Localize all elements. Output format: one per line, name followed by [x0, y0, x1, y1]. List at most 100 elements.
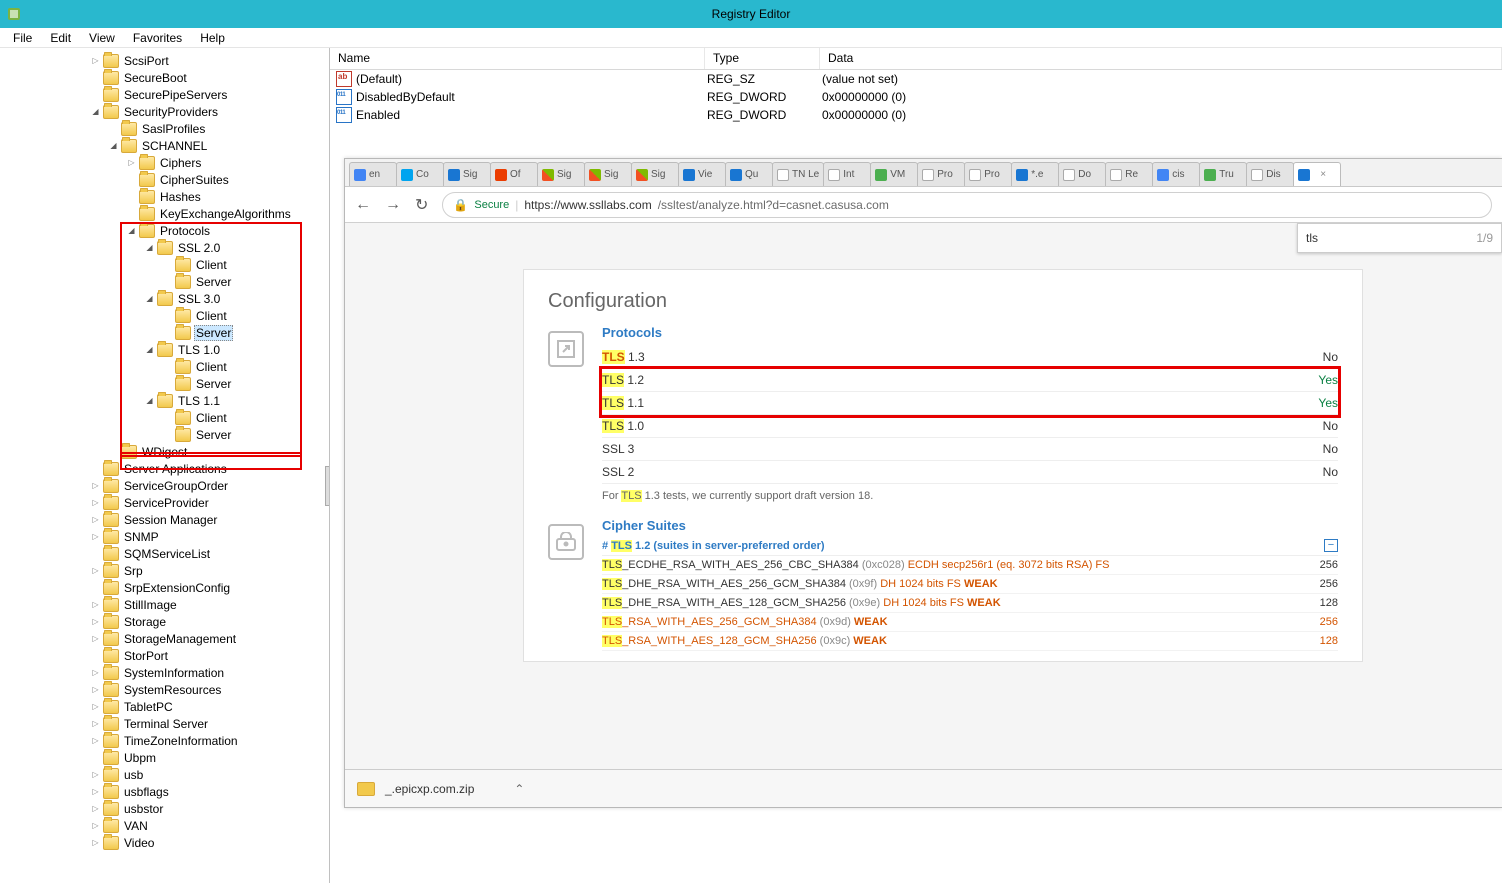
browser-tab[interactable]: Co	[396, 162, 444, 186]
expand-icon[interactable]	[90, 531, 101, 542]
browser-tab[interactable]: Int	[823, 162, 871, 186]
expand-icon[interactable]	[90, 599, 101, 610]
tree-item[interactable]: SSL 2.0	[0, 239, 329, 256]
expand-icon[interactable]	[90, 514, 101, 525]
expand-icon[interactable]	[90, 684, 101, 695]
browser-tab[interactable]: *.e	[1011, 162, 1059, 186]
tree-item[interactable]: Server	[0, 375, 329, 392]
tree-item[interactable]: Hashes	[0, 188, 329, 205]
expand-icon[interactable]	[126, 225, 137, 236]
tree-item[interactable]: Protocols	[0, 222, 329, 239]
tree-item[interactable]: Srp	[0, 562, 329, 579]
menu-favorites[interactable]: Favorites	[124, 29, 191, 47]
tree-item[interactable]: TLS 1.0	[0, 341, 329, 358]
expand-icon[interactable]	[90, 735, 101, 746]
browser-tab[interactable]: Sig	[584, 162, 632, 186]
menu-edit[interactable]: Edit	[41, 29, 80, 47]
expand-icon[interactable]	[90, 480, 101, 491]
tree-item[interactable]: TabletPC	[0, 698, 329, 715]
tree-item[interactable]: SystemResources	[0, 681, 329, 698]
browser-tab[interactable]: cis	[1152, 162, 1200, 186]
tab-strip[interactable]: enCoSigOfSigSigSigVieQuTN LeIntVMProPro*…	[345, 159, 1502, 187]
expand-icon[interactable]	[90, 769, 101, 780]
tree-item[interactable]: Client	[0, 358, 329, 375]
tree-item[interactable]: SrpExtensionConfig	[0, 579, 329, 596]
col-name[interactable]: Name	[330, 48, 705, 69]
expand-icon[interactable]	[90, 718, 101, 729]
reload-button[interactable]: ↻	[415, 195, 428, 215]
expand-icon[interactable]	[90, 616, 101, 627]
browser-tab[interactable]: Sig	[631, 162, 679, 186]
tree-item[interactable]: Client	[0, 307, 329, 324]
tree-item[interactable]: Client	[0, 256, 329, 273]
expand-icon[interactable]	[90, 55, 101, 66]
col-data[interactable]: Data	[820, 48, 1502, 69]
browser-tab[interactable]: Re	[1105, 162, 1153, 186]
tree-item[interactable]: KeyExchangeAlgorithms	[0, 205, 329, 222]
tree-item[interactable]: Terminal Server	[0, 715, 329, 732]
browser-tab[interactable]: Do	[1058, 162, 1106, 186]
browser-tab[interactable]: Sig	[443, 162, 491, 186]
browser-tab[interactable]: Vie	[678, 162, 726, 186]
menu-view[interactable]: View	[80, 29, 124, 47]
browser-tab[interactable]: Tru	[1199, 162, 1247, 186]
tree-item[interactable]: TimeZoneInformation	[0, 732, 329, 749]
list-body[interactable]: (Default)REG_SZ(value not set)DisabledBy…	[330, 70, 1502, 124]
tree-pane[interactable]: ScsiPortSecureBootSecurePipeServersSecur…	[0, 48, 330, 883]
expand-icon[interactable]	[90, 820, 101, 831]
tree-item[interactable]: SaslProfiles	[0, 120, 329, 137]
back-button[interactable]: ←	[355, 196, 371, 214]
tree-item[interactable]: usbflags	[0, 783, 329, 800]
close-tab-icon[interactable]: ×	[1320, 169, 1326, 180]
tree-item[interactable]: Ubpm	[0, 749, 329, 766]
tree-item[interactable]: usb	[0, 766, 329, 783]
browser-tab[interactable]: Pro	[917, 162, 965, 186]
expand-icon[interactable]	[126, 157, 137, 168]
browser-tab[interactable]: en	[349, 162, 397, 186]
tree-item[interactable]: usbstor	[0, 800, 329, 817]
expand-icon[interactable]	[90, 497, 101, 508]
browser-tab[interactable]: Pro	[964, 162, 1012, 186]
tree-item[interactable]: SNMP	[0, 528, 329, 545]
tree-item[interactable]: Ciphers	[0, 154, 329, 171]
list-row[interactable]: (Default)REG_SZ(value not set)	[330, 70, 1502, 88]
tree-item[interactable]: Session Manager	[0, 511, 329, 528]
tree-item[interactable]: CipherSuites	[0, 171, 329, 188]
list-row[interactable]: EnabledREG_DWORD0x00000000 (0)	[330, 106, 1502, 124]
tree-item[interactable]: Client	[0, 409, 329, 426]
browser-tab[interactable]: Dis	[1246, 162, 1294, 186]
browser-tab[interactable]: TN Le	[772, 162, 824, 186]
expand-icon[interactable]	[108, 140, 119, 151]
expand-icon[interactable]	[90, 803, 101, 814]
find-bar[interactable]: tls 1/9	[1297, 223, 1502, 253]
expand-icon[interactable]	[90, 106, 101, 117]
tree-item[interactable]: SecurePipeServers	[0, 86, 329, 103]
tree-item[interactable]: ServiceGroupOrder	[0, 477, 329, 494]
tree-item[interactable]: StillImage	[0, 596, 329, 613]
tree-item[interactable]: Storage	[0, 613, 329, 630]
tree-item[interactable]: VAN	[0, 817, 329, 834]
tree-item[interactable]: TLS 1.1	[0, 392, 329, 409]
expand-icon[interactable]	[144, 293, 155, 304]
col-type[interactable]: Type	[705, 48, 820, 69]
tree-item[interactable]: SSL 3.0	[0, 290, 329, 307]
list-row[interactable]: DisabledByDefaultREG_DWORD0x00000000 (0)	[330, 88, 1502, 106]
browser-tab[interactable]: ×	[1293, 162, 1341, 186]
collapse-button[interactable]: −	[1324, 539, 1338, 552]
tree-item[interactable]: SecureBoot	[0, 69, 329, 86]
tree-item[interactable]: Server	[0, 273, 329, 290]
browser-tab[interactable]: VM	[870, 162, 918, 186]
browser-tab[interactable]: Of	[490, 162, 538, 186]
browser-tab[interactable]: Sig	[537, 162, 585, 186]
expand-icon[interactable]	[90, 667, 101, 678]
expand-icon[interactable]	[548, 331, 584, 367]
expand-icon[interactable]	[90, 565, 101, 576]
expand-icon[interactable]	[144, 242, 155, 253]
tree-item[interactable]: Server Applications	[0, 460, 329, 477]
expand-icon[interactable]	[144, 395, 155, 406]
expand-icon[interactable]	[90, 786, 101, 797]
url-box[interactable]: 🔒 Secure | https://www.ssllabs.com/sslte…	[442, 192, 1492, 218]
tree-item[interactable]: Server	[0, 324, 329, 341]
tree-item[interactable]: ServiceProvider	[0, 494, 329, 511]
menu-help[interactable]: Help	[191, 29, 234, 47]
